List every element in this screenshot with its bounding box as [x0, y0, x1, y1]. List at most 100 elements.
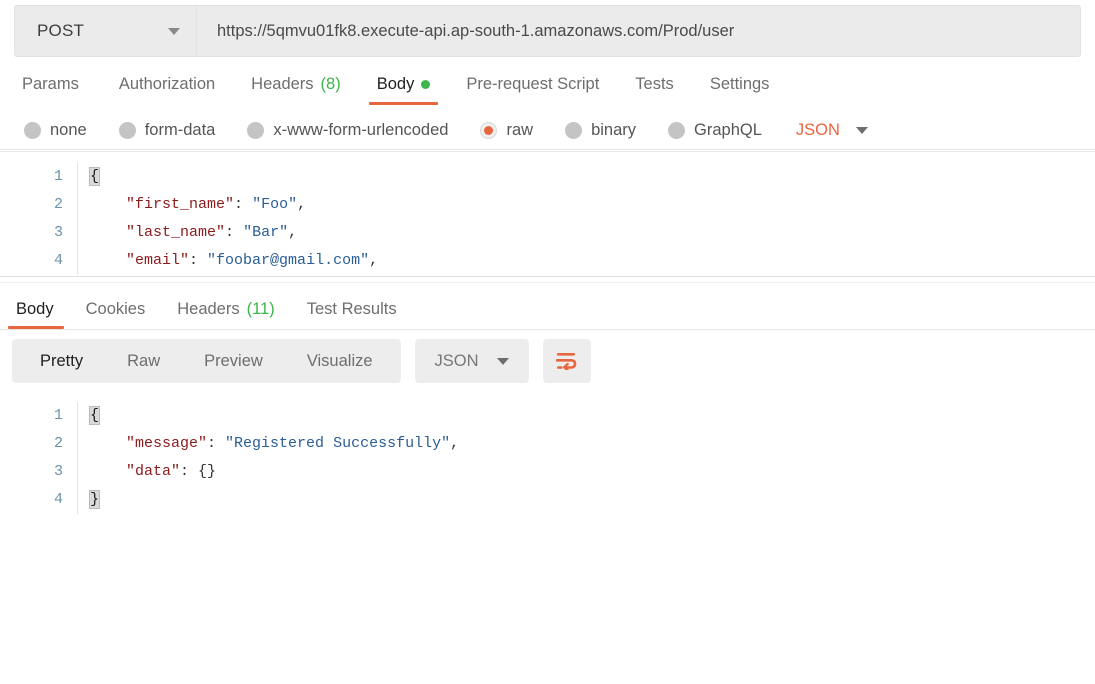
tab-body[interactable]: Body [359, 75, 449, 105]
code-line: } [90, 486, 1095, 514]
body-type-radio-x-www-form-urlencoded[interactable]: x-www-form-urlencoded [247, 121, 448, 140]
radio-label: raw [506, 121, 533, 140]
response-tab-headers[interactable]: Headers(11) [161, 300, 291, 329]
chevron-down-icon [168, 28, 180, 35]
radio-label: binary [591, 121, 636, 140]
token-punct: : [207, 435, 225, 452]
tab-label: Test Results [307, 300, 397, 319]
body-type-radio-none[interactable]: none [24, 121, 87, 140]
view-mode-pretty[interactable]: Pretty [18, 339, 105, 383]
token-key: "last_name" [126, 224, 225, 241]
body-type-radio-form-data[interactable]: form-data [119, 121, 216, 140]
word-wrap-button[interactable] [543, 339, 591, 383]
code-line: { [90, 402, 1095, 430]
tab-count-badge: (8) [321, 75, 341, 94]
line-number: 3 [0, 458, 63, 486]
tab-params[interactable]: Params [22, 75, 101, 105]
http-method-label: POST [37, 21, 84, 41]
tab-pre-request-script[interactable]: Pre-request Script [448, 75, 617, 105]
radio-label: GraphQL [694, 121, 762, 140]
token-punct: : [189, 252, 207, 269]
token-brace: { [90, 168, 99, 185]
request-editor-code[interactable]: { "first_name": "Foo", "last_name": "Bar… [78, 163, 1095, 275]
tab-label: Tests [635, 75, 674, 94]
tab-authorization[interactable]: Authorization [101, 75, 233, 105]
request-tab-bar: Params Authorization Headers (8) Body Pre-req… [0, 57, 1095, 105]
radio-label: none [50, 121, 87, 140]
token-str: "foobar@gmail.com" [207, 252, 369, 269]
tab-headers[interactable]: Headers (8) [233, 75, 359, 105]
view-mode-visualize[interactable]: Visualize [285, 339, 395, 383]
token-brace: } [90, 491, 99, 508]
token-punct: , [297, 196, 306, 213]
tab-label: Params [22, 75, 79, 94]
response-editor-code: { "message": "Registered Successfully", … [78, 402, 1095, 514]
response-tab-body[interactable]: Body [8, 300, 70, 329]
body-type-radio-raw[interactable]: raw [480, 121, 533, 140]
code-line: "first_name": "Foo", [90, 191, 1095, 219]
code-line: "data": {} [90, 458, 1095, 486]
code-line: "last_name": "Bar", [90, 219, 1095, 247]
token-punct [90, 435, 126, 452]
tab-label: Headers [177, 300, 239, 319]
tab-label: Authorization [119, 75, 215, 94]
token-str: "Registered Successfully" [225, 435, 450, 452]
radio-icon [480, 122, 497, 139]
response-editor-gutter: 1234 [0, 402, 78, 514]
view-mode-raw[interactable]: Raw [105, 339, 182, 383]
chevron-down-icon [497, 358, 509, 365]
tab-label: Headers [251, 75, 313, 94]
token-punct: : [225, 224, 243, 241]
response-format-dropdown[interactable]: JSON [415, 339, 529, 383]
request-response-divider[interactable] [0, 276, 1095, 283]
body-type-radio-graphql[interactable]: GraphQL [668, 121, 762, 140]
radio-label: form-data [145, 121, 216, 140]
response-format-label: JSON [435, 352, 479, 371]
line-number: 1 [0, 402, 63, 430]
line-number: 2 [0, 191, 63, 219]
chevron-down-icon [856, 127, 868, 134]
token-punct: , [288, 224, 297, 241]
token-punct: : [234, 196, 252, 213]
radio-icon [565, 122, 582, 139]
tab-label: Body [377, 75, 415, 94]
raw-format-label: JSON [796, 121, 840, 140]
token-key: "message" [126, 435, 207, 452]
token-brace: { [90, 407, 99, 424]
body-type-radio-binary[interactable]: binary [565, 121, 636, 140]
view-mode-preview[interactable]: Preview [182, 339, 285, 383]
request-editor-gutter: 1234 [0, 163, 78, 275]
code-line: "message": "Registered Successfully", [90, 430, 1095, 458]
radio-label: x-www-form-urlencoded [273, 121, 448, 140]
tab-settings[interactable]: Settings [692, 75, 788, 105]
request-url-bar: POST https://5qmvu01fk8.execute-api.ap-s… [0, 0, 1095, 57]
response-tab-test-results[interactable]: Test Results [291, 300, 413, 329]
response-viewer-toolbar: PrettyRawPreviewVisualize JSON [0, 330, 1095, 392]
token-key: "email" [126, 252, 189, 269]
token-punct: , [369, 252, 378, 269]
response-tab-bar: Body CookiesHeaders(11) Test Results [0, 283, 1095, 329]
tab-tests[interactable]: Tests [617, 75, 692, 105]
token-punct: , [450, 435, 459, 452]
token-str: "Foo" [252, 196, 297, 213]
token-key: "first_name" [126, 196, 234, 213]
url-input[interactable]: https://5qmvu01fk8.execute-api.ap-south-… [196, 5, 1081, 57]
word-wrap-icon [556, 352, 578, 370]
tab-label: Body [16, 300, 54, 319]
http-method-dropdown[interactable]: POST [14, 5, 196, 57]
raw-format-dropdown[interactable]: JSON [796, 121, 868, 140]
response-view-mode-group: PrettyRawPreviewVisualize [12, 339, 401, 383]
response-tab-cookies[interactable]: Cookies [70, 300, 162, 329]
url-text: https://5qmvu01fk8.execute-api.ap-south-… [217, 22, 734, 41]
token-punct [90, 463, 126, 480]
request-body-editor[interactable]: 1234 { "first_name": "Foo", "last_name":… [0, 151, 1095, 276]
divider [0, 149, 1095, 150]
token-key: "data" [126, 463, 180, 480]
token-punct: {} [198, 463, 216, 480]
token-punct [90, 196, 126, 213]
token-punct [90, 224, 126, 241]
token-punct: : [180, 463, 198, 480]
line-number: 3 [0, 219, 63, 247]
response-body-editor[interactable]: 1234 { "message": "Registered Successful… [0, 392, 1095, 552]
tab-label: Settings [710, 75, 770, 94]
